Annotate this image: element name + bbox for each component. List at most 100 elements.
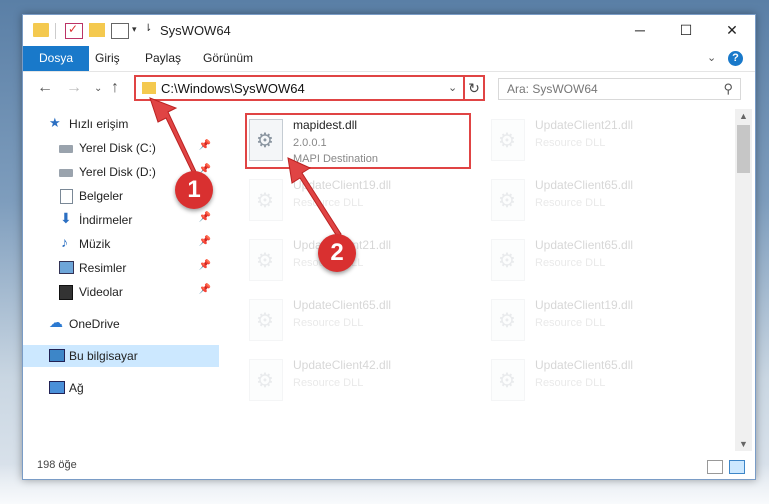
sidebar-item-this-pc[interactable]: Bu bilgisayar xyxy=(23,345,219,367)
sidebar-item-label: OneDrive xyxy=(69,317,120,331)
sidebar-item-music[interactable]: ♪ Müzik 📌 xyxy=(23,233,219,255)
scroll-up-icon[interactable]: ▲ xyxy=(739,111,748,121)
disk-icon xyxy=(59,145,73,153)
videos-icon xyxy=(59,285,73,300)
sidebar-item-videos[interactable]: Videolar 📌 xyxy=(23,281,219,303)
file-description: Resource DLL xyxy=(535,377,606,389)
sidebar-item-label: Bu bilgisayar xyxy=(69,349,138,363)
file-item[interactable]: UpdateClient65.dll Resource DLL xyxy=(487,173,713,229)
pin-icon[interactable]: 📌 xyxy=(199,236,211,247)
file-description: Resource DLL xyxy=(293,197,364,209)
scroll-down-icon[interactable]: ▼ xyxy=(739,439,748,449)
tab-view[interactable]: Görünüm xyxy=(191,46,265,71)
chevron-down-icon[interactable]: ▾ xyxy=(132,24,137,35)
sidebar-item-network[interactable]: Ağ xyxy=(23,377,219,399)
folder-icon xyxy=(33,23,49,37)
file-description: Resource DLL xyxy=(293,317,364,329)
search-placeholder: Ara: SysWOW64 xyxy=(507,82,598,96)
recent-locations-button[interactable]: ⌄ xyxy=(94,83,102,94)
status-bar: 198 öğe xyxy=(23,455,755,479)
minimize-button[interactable]: ─ xyxy=(617,15,663,46)
up-button[interactable]: ↑ xyxy=(111,79,119,97)
file-item[interactable]: UpdateClient21.dll Resource DLL xyxy=(487,113,713,169)
step-marker-2: 2 xyxy=(318,234,356,272)
file-description: Resource DLL xyxy=(535,197,606,209)
chevron-down-icon[interactable]: ⌄ xyxy=(448,81,457,94)
sidebar-item-label: Müzik xyxy=(79,237,111,251)
large-icons-view-icon[interactable] xyxy=(729,460,745,474)
sidebar-item-label: Resimler xyxy=(79,261,127,275)
maximize-button[interactable]: ☐ xyxy=(663,15,709,46)
sidebar-item-downloads[interactable]: ⬇ İndirmeler 📌 xyxy=(23,209,219,231)
file-name: UpdateClient65.dll xyxy=(293,298,392,312)
properties-icon[interactable] xyxy=(111,23,129,39)
sidebar-item-label: Yerel Disk (C:) xyxy=(79,141,156,155)
item-count: 198 öğe xyxy=(37,459,77,471)
forward-button[interactable]: → xyxy=(66,79,82,97)
sidebar-item-label: Videolar xyxy=(79,285,123,299)
tab-file[interactable]: Dosya xyxy=(23,46,90,71)
pin-icon[interactable]: 📌 xyxy=(199,284,211,295)
vertical-scrollbar[interactable]: ▲ ▼ xyxy=(735,109,752,451)
file-item[interactable]: UpdateClient21.dll Resource DLL xyxy=(245,233,471,289)
file-item[interactable]: UpdateClient65.dll Resource DLL xyxy=(487,233,713,289)
navigation-bar: ← → ⌄ ↑ C:\Windows\SysWOW64 ⌄ ↻ Ara: Sys… xyxy=(23,72,755,105)
properties-check-icon[interactable] xyxy=(65,22,83,39)
address-bar[interactable]: C:\Windows\SysWOW64 ⌄ xyxy=(134,75,485,101)
file-name: UpdateClient21.dll xyxy=(535,118,634,132)
file-name: UpdateClient42.dll xyxy=(293,358,392,372)
expand-ribbon-icon[interactable]: ⌄ xyxy=(707,51,716,64)
sidebar-item-onedrive[interactable]: ☁ OneDrive xyxy=(23,313,219,335)
details-view-icon[interactable] xyxy=(707,460,723,474)
dll-file-icon xyxy=(249,359,283,401)
tab-home[interactable]: Giriş xyxy=(83,46,132,71)
pictures-icon xyxy=(59,261,74,274)
file-name: UpdateClient65.dll xyxy=(535,358,634,372)
sidebar-item-pictures[interactable]: Resimler 📌 xyxy=(23,257,219,279)
new-folder-icon[interactable] xyxy=(89,23,105,37)
navigation-pane: ★ Hızlı erişim Yerel Disk (C:) 📌 Yerel D… xyxy=(23,109,219,451)
step-marker-1: 1 xyxy=(175,171,213,209)
customize-toolbar-icon[interactable]: ⇂ xyxy=(144,23,152,34)
file-description: Resource DLL xyxy=(535,317,606,329)
file-item[interactable]: UpdateClient65.dll Resource DLL xyxy=(487,353,713,409)
file-item[interactable]: UpdateClient19.dll Resource DLL xyxy=(245,173,471,229)
pin-icon[interactable]: 📌 xyxy=(199,140,211,151)
pin-icon[interactable]: 📌 xyxy=(199,260,211,271)
dll-file-icon xyxy=(491,119,525,161)
network-icon xyxy=(49,381,65,394)
refresh-button[interactable]: ↻ xyxy=(463,75,485,101)
search-input[interactable]: Ara: SysWOW64 ⚲ xyxy=(498,78,741,100)
scroll-thumb[interactable] xyxy=(737,125,750,173)
close-button[interactable]: ✕ xyxy=(709,15,755,46)
file-list: mapidest.dll 2.0.0.1 MAPI Destination Up… xyxy=(243,109,733,451)
pin-icon[interactable]: 📌 xyxy=(199,212,211,223)
file-description: Resource DLL xyxy=(535,257,606,269)
file-description: Resource DLL xyxy=(535,137,606,149)
file-item[interactable]: UpdateClient42.dll Resource DLL xyxy=(245,353,471,409)
tab-share[interactable]: Paylaş xyxy=(133,46,193,71)
sidebar-item-local-disk-c[interactable]: Yerel Disk (C:) 📌 xyxy=(23,137,219,159)
file-item[interactable]: UpdateClient65.dll Resource DLL xyxy=(245,293,471,349)
sidebar-item-quick-access[interactable]: ★ Hızlı erişim xyxy=(23,113,219,135)
sidebar-item-label: Belgeler xyxy=(79,189,124,203)
download-icon: ⬇ xyxy=(60,210,72,226)
cloud-icon: ☁ xyxy=(49,314,63,330)
file-name: UpdateClient65.dll xyxy=(535,238,634,252)
dll-file-icon xyxy=(491,239,525,281)
help-icon[interactable]: ? xyxy=(728,51,743,66)
address-path[interactable]: C:\Windows\SysWOW64 xyxy=(161,81,305,96)
sidebar-item-label: Hızlı erişim xyxy=(69,117,129,131)
ribbon-tabs: Dosya Giriş Paylaş Görünüm ⌄ ? xyxy=(23,46,755,72)
file-name: UpdateClient19.dll xyxy=(535,298,634,312)
file-name: UpdateClient19.dll xyxy=(293,178,392,192)
file-name: UpdateClient65.dll xyxy=(535,178,634,192)
dll-file-icon xyxy=(491,179,525,221)
star-icon: ★ xyxy=(49,115,61,130)
folder-icon xyxy=(142,82,156,94)
back-button[interactable]: ← xyxy=(37,79,53,97)
search-icon[interactable]: ⚲ xyxy=(723,81,733,97)
music-icon: ♪ xyxy=(61,234,68,250)
dll-file-icon xyxy=(249,239,283,281)
file-item[interactable]: UpdateClient19.dll Resource DLL xyxy=(487,293,713,349)
